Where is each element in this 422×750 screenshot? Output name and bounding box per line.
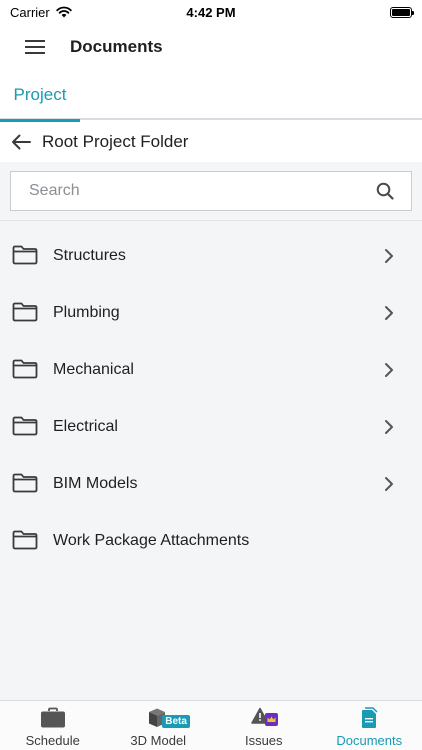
chevron-right-icon: [385, 363, 393, 377]
tab-3d-model[interactable]: Beta 3D Model: [106, 701, 212, 750]
status-left: Carrier: [10, 5, 72, 20]
chevron-right-icon: [385, 249, 393, 263]
crown-icon: [264, 713, 278, 726]
divider: [0, 220, 422, 221]
battery-icon: [390, 6, 414, 18]
folder-header: Root Project Folder: [0, 122, 422, 162]
folder-icon: [12, 530, 38, 550]
tab-project[interactable]: Project: [0, 70, 80, 122]
folder-icon: [12, 302, 38, 322]
folder-name: Electrical: [53, 417, 118, 435]
search-icon[interactable]: [376, 182, 394, 200]
folder-icon: [12, 416, 38, 436]
tab-label: Issues: [244, 733, 283, 748]
current-folder-title: Root Project Folder: [42, 132, 189, 151]
carrier-label: Carrier: [10, 4, 50, 20]
tab-label: Schedule: [25, 733, 80, 748]
folder-icon: [12, 245, 38, 265]
tab-issues[interactable]: Issues: [211, 701, 317, 750]
status-bar: Carrier 4:42 PM: [0, 0, 422, 24]
chevron-right-icon: [385, 477, 393, 491]
chevron-right-icon: [385, 306, 393, 320]
briefcase-icon: [40, 707, 65, 728]
folder-row-plumbing[interactable]: Plumbing: [0, 284, 422, 341]
folder-row-work-package-attachments[interactable]: Work Package Attachments: [0, 512, 422, 569]
folder-name: BIM Models: [53, 474, 138, 492]
app-header: Documents: [0, 24, 422, 70]
folder-icon: [12, 473, 38, 493]
wifi-icon: [56, 6, 72, 18]
search-box: [10, 171, 412, 211]
back-button[interactable]: [0, 122, 42, 162]
tab-label: 3D Model: [130, 733, 187, 748]
hamburger-icon: [25, 40, 45, 54]
search-input[interactable]: [10, 171, 412, 211]
folder-name: Plumbing: [53, 303, 120, 321]
folder-row-structures[interactable]: Structures: [0, 227, 422, 284]
arrow-left-icon: [12, 134, 31, 150]
bottom-tab-bar: Schedule Beta 3D Model Issues Documents: [0, 700, 422, 750]
folder-row-bim-models[interactable]: BIM Models: [0, 455, 422, 512]
folder-name: Mechanical: [53, 360, 134, 378]
document-icon: [362, 707, 378, 728]
tab-schedule[interactable]: Schedule: [0, 701, 106, 750]
folder-row-electrical[interactable]: Electrical: [0, 398, 422, 455]
menu-button[interactable]: [0, 24, 70, 70]
folder-row-mechanical[interactable]: Mechanical: [0, 341, 422, 398]
folder-name: Structures: [53, 246, 126, 264]
chevron-right-icon: [385, 420, 393, 434]
tab-label: Documents: [336, 733, 403, 748]
folder-icon: [12, 359, 38, 379]
folder-list: Structures Plumbing Mechanical Electrica…: [0, 227, 422, 569]
tab-strip: Project: [0, 70, 422, 122]
beta-badge: Beta: [162, 715, 190, 728]
folder-name: Work Package Attachments: [53, 531, 250, 549]
tab-documents[interactable]: Documents: [317, 701, 422, 750]
page-title: Documents: [70, 37, 163, 56]
